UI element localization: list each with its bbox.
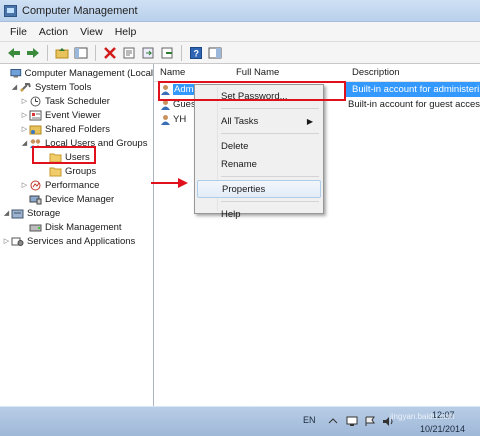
- shared-folder-icon: [29, 125, 42, 134]
- clock-icon: [30, 96, 41, 106]
- tree-expander[interactable]: ▷: [20, 97, 29, 105]
- tree-item-label: Event Viewer: [45, 109, 101, 121]
- network-icon[interactable]: [346, 416, 358, 427]
- context-menu-separator: [221, 201, 319, 202]
- column-header-name[interactable]: Name: [154, 67, 230, 78]
- submenu-arrow-icon: ▶: [306, 116, 313, 126]
- context-item-delete[interactable]: Delete: [197, 137, 321, 155]
- tree-item-task-scheduler[interactable]: ▷ Task Scheduler: [0, 94, 153, 108]
- list-header: Name Full Name Description: [154, 64, 480, 82]
- window-title: Computer Management: [22, 4, 138, 17]
- console-tree: Computer Management (Local ◢ System Tool…: [0, 64, 154, 406]
- show-hide-console-tree-icon[interactable]: [73, 45, 89, 61]
- services-icon: [11, 237, 24, 246]
- tree-item-label: Shared Folders: [45, 123, 110, 135]
- tree-item-performance[interactable]: ▷ Performance: [0, 178, 153, 192]
- column-header-description[interactable]: Description: [346, 67, 480, 78]
- language-indicator[interactable]: EN: [303, 415, 316, 425]
- tree-item-label: Groups: [65, 165, 97, 177]
- context-item-rename[interactable]: Rename: [197, 155, 321, 173]
- tree-item-groups[interactable]: Groups: [0, 164, 153, 178]
- user-name: YH: [173, 114, 187, 125]
- user-description: Built-in account for guest acces: [347, 99, 480, 110]
- user-context-menu: Set Password... All Tasks ▶ Delete Renam…: [194, 84, 324, 220]
- tree-item-system-tools[interactable]: ◢ System Tools: [0, 80, 153, 94]
- event-viewer-icon: [29, 110, 42, 120]
- annotation-box-set-password: [158, 81, 346, 101]
- tree-item-event-viewer[interactable]: ▷ Event Viewer: [0, 108, 153, 122]
- title-bar: Computer Management: [0, 0, 480, 22]
- tree-item-label: Storage: [27, 207, 61, 219]
- annotation-arrow-icon: [151, 178, 188, 188]
- tree-item-label: System Tools: [35, 81, 92, 93]
- tree-item-services-and-applications[interactable]: ▷ Services and Applications: [0, 234, 153, 248]
- tree-expander[interactable]: ◢: [10, 83, 19, 91]
- tree-item-label: Device Manager: [45, 193, 115, 205]
- user-icon: [161, 114, 170, 125]
- show-action-pane-icon[interactable]: [207, 45, 223, 61]
- performance-icon: [30, 180, 41, 190]
- svg-text:?: ?: [194, 48, 200, 58]
- export-list-icon[interactable]: [159, 45, 175, 61]
- menu-bar: File Action View Help: [0, 22, 480, 42]
- delete-icon[interactable]: [102, 45, 118, 61]
- forward-icon[interactable]: [25, 45, 41, 61]
- computer-management-icon: [4, 4, 17, 17]
- toolbar-separator: [181, 44, 182, 61]
- refresh-icon[interactable]: [140, 45, 156, 61]
- context-item-properties[interactable]: Properties: [197, 180, 321, 198]
- context-menu-separator: [221, 108, 319, 109]
- storage-icon: [11, 209, 24, 218]
- context-item-help[interactable]: Help: [197, 205, 321, 223]
- tree-item-label: Task Scheduler: [45, 95, 110, 107]
- tree-item-label: Performance: [45, 179, 100, 191]
- column-header-full-name[interactable]: Full Name: [230, 67, 346, 78]
- toolbar-separator: [47, 44, 48, 61]
- tree-item-device-manager[interactable]: Device Manager: [0, 192, 153, 206]
- tray-chevron-icon[interactable]: [328, 417, 338, 425]
- tree-expander[interactable]: ◢: [2, 209, 11, 217]
- watermark-url: jingyan.baidu.com: [390, 412, 455, 421]
- tree-expander[interactable]: ▷: [2, 237, 11, 245]
- disk-icon: [29, 224, 42, 231]
- tree-expander[interactable]: ▷: [20, 181, 29, 189]
- toolbar: ?: [0, 42, 480, 64]
- user-description: Built-in account for administeri: [346, 82, 480, 97]
- clock-date[interactable]: 10/21/2014: [420, 424, 465, 434]
- help-icon[interactable]: ?: [188, 45, 204, 61]
- folder-icon: [49, 167, 62, 176]
- tree-item-label: Computer Management (Local: [24, 67, 153, 79]
- toolbar-separator: [95, 44, 96, 61]
- tree-item-label: Services and Applications: [27, 235, 136, 247]
- menu-help[interactable]: Help: [109, 26, 143, 38]
- menu-action[interactable]: Action: [33, 26, 74, 38]
- context-menu-separator: [221, 176, 319, 177]
- context-item-label: All Tasks: [221, 115, 259, 127]
- tree-expander[interactable]: ▷: [20, 111, 29, 119]
- action-center-flag-icon[interactable]: [364, 416, 376, 427]
- tree-item-label: Disk Management: [45, 221, 122, 233]
- properties-icon[interactable]: [121, 45, 137, 61]
- tree-expander[interactable]: ◢: [20, 139, 29, 147]
- tree-item-shared-folders[interactable]: ▷ Shared Folders: [0, 122, 153, 136]
- computer-management-icon: [10, 68, 22, 78]
- tree-item-storage[interactable]: ◢ Storage: [0, 206, 153, 220]
- menu-file[interactable]: File: [4, 26, 33, 38]
- context-menu-separator: [221, 133, 319, 134]
- device-manager-icon: [29, 195, 42, 204]
- menu-view[interactable]: View: [74, 26, 109, 38]
- tree-item-computer-management[interactable]: Computer Management (Local: [0, 66, 153, 80]
- watermark-logo: Baidu: [368, 390, 419, 410]
- annotation-box-users: [32, 146, 96, 164]
- back-icon[interactable]: [6, 45, 22, 61]
- tree-expander[interactable]: ▷: [20, 125, 29, 133]
- system-tools-icon: [20, 82, 31, 92]
- up-folder-icon[interactable]: [54, 45, 70, 61]
- context-item-all-tasks[interactable]: All Tasks ▶: [197, 112, 321, 130]
- tree-item-disk-management[interactable]: Disk Management: [0, 220, 153, 234]
